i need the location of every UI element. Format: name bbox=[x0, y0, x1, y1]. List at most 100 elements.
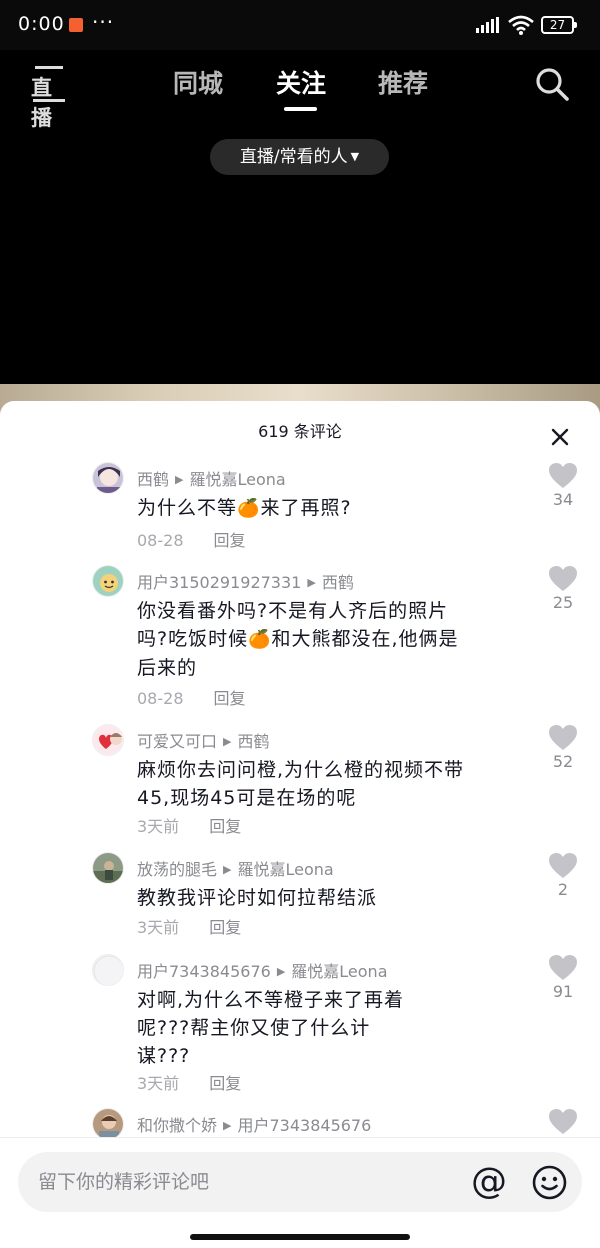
live-icon-base bbox=[33, 99, 65, 102]
comment-item[interactable]: 用户3150291927331 ▶ 西鹤 你没看番外吗?不是有人齐后的照片 吗?吃饭… bbox=[0, 565, 600, 710]
tab-local[interactable]: 同城 bbox=[173, 64, 223, 100]
reply-button[interactable]: 回复 bbox=[209, 918, 241, 937]
comment-text: 你没看番外吗?不是有人齐后的照片 吗?吃饭时候🍊和大熊都没在,他俩是 后来的 bbox=[137, 597, 532, 682]
like-button[interactable]: 25 bbox=[548, 565, 578, 612]
like-button[interactable] bbox=[548, 1108, 578, 1135]
like-button[interactable]: 34 bbox=[548, 462, 578, 509]
comment-text: 麻烦你去问问橙,为什么橙的视频不带 45,现场45可是在场的呢 bbox=[137, 756, 532, 812]
comment-username[interactable]: 西鹤 bbox=[137, 470, 169, 489]
comment-text-line: 谋??? bbox=[137, 1045, 191, 1067]
avatar[interactable] bbox=[92, 1108, 124, 1140]
like-count: 2 bbox=[557, 880, 569, 899]
reply-to-username[interactable]: 羅悦嘉Leona bbox=[237, 860, 333, 879]
search-icon[interactable] bbox=[534, 66, 570, 102]
comment-username[interactable]: 和你撒个娇 bbox=[137, 1116, 217, 1135]
comment-text-part: 吗?吃饭时候 bbox=[137, 628, 249, 650]
home-indicator[interactable] bbox=[190, 1234, 410, 1240]
comment-header: 用户7343845676 ▶ 羅悦嘉Leona bbox=[137, 958, 388, 982]
comment-item[interactable]: 用户7343845676 ▶ 羅悦嘉Leona 对啊,为什么不等橙子来了再着 呢??… bbox=[0, 954, 600, 1099]
reply-button[interactable]: 回复 bbox=[214, 531, 246, 550]
reply-arrow-icon: ▶ bbox=[175, 473, 184, 486]
reply-arrow-icon: ▶ bbox=[223, 1119, 232, 1132]
reply-to-username[interactable]: 羅悦嘉Leona bbox=[189, 470, 285, 489]
heart-icon bbox=[549, 463, 577, 488]
comment-header: 放荡的腿毛 ▶ 羅悦嘉Leona bbox=[137, 856, 334, 880]
status-bar: 0:00 ··· 27 bbox=[0, 0, 600, 50]
comment-meta: 08-28 回复 bbox=[137, 685, 246, 709]
mail-notification-icon bbox=[69, 18, 83, 32]
close-icon[interactable] bbox=[550, 427, 570, 447]
comment-time: 3天前 bbox=[137, 817, 180, 836]
comment-username[interactable]: 可爱又可口 bbox=[137, 732, 217, 751]
live-icon-cap bbox=[35, 66, 63, 70]
comment-text: 为什么不等🍊来了再照? bbox=[137, 494, 532, 523]
tab-recommend[interactable]: 推荐 bbox=[378, 64, 428, 100]
comment-time: 3天前 bbox=[137, 918, 180, 937]
like-count: 52 bbox=[552, 752, 574, 771]
reply-button[interactable]: 回复 bbox=[214, 689, 246, 708]
like-button[interactable]: 52 bbox=[548, 724, 578, 771]
heart-icon bbox=[549, 725, 577, 750]
comment-header: 可爱又可口 ▶ 西鹤 bbox=[137, 728, 270, 752]
avatar[interactable] bbox=[92, 724, 124, 756]
comment-count: 619 条评论 bbox=[258, 422, 342, 441]
tab-following[interactable]: 关注 bbox=[276, 64, 326, 100]
reply-arrow-icon: ▶ bbox=[223, 863, 232, 876]
avatar[interactable] bbox=[92, 462, 124, 494]
comment-input-bar: @ bbox=[0, 1137, 600, 1248]
comments-sheet: 619 条评论 西鹤 ▶ 羅悦嘉Leona 为什么不等🍊来了再照? 08-28 回复 … bbox=[0, 401, 600, 1248]
dropdown-caret-icon: ▼ bbox=[350, 150, 360, 163]
comment-time: 08-28 bbox=[137, 689, 184, 708]
comment-text-line: 45,现场45可是在场的呢 bbox=[137, 787, 357, 809]
comment-text-line: 教教我评论时如何拉帮结派 bbox=[137, 887, 378, 909]
wifi-icon bbox=[508, 15, 534, 35]
comment-meta: 3天前 回复 bbox=[137, 914, 241, 938]
comment-username[interactable]: 用户7343845676 bbox=[137, 962, 271, 981]
like-count: 91 bbox=[552, 982, 574, 1001]
orange-emoji-icon: 🍊 bbox=[237, 498, 261, 519]
comment-header: 西鹤 ▶ 羅悦嘉Leona bbox=[137, 466, 286, 490]
reply-to-username[interactable]: 西鹤 bbox=[322, 573, 354, 592]
reply-button[interactable]: 回复 bbox=[209, 817, 241, 836]
reply-button[interactable]: 回复 bbox=[209, 1074, 241, 1093]
comment-item[interactable]: 放荡的腿毛 ▶ 羅悦嘉Leona 教教我评论时如何拉帮结派 3天前 回复 2 bbox=[0, 852, 600, 942]
live-tv-icon[interactable]: 直播 bbox=[31, 66, 67, 130]
emoji-smiley-icon[interactable] bbox=[532, 1165, 567, 1200]
reply-to-username[interactable]: 西鹤 bbox=[237, 732, 269, 751]
comment-text-line: 吗?吃饭时候🍊和大熊都没在,他俩是 bbox=[137, 625, 532, 654]
reply-arrow-icon: ▶ bbox=[276, 965, 286, 978]
avatar[interactable] bbox=[92, 954, 124, 986]
avatar[interactable] bbox=[92, 565, 124, 597]
live-filter-dropdown[interactable]: 直播/常看的人 ▼ bbox=[210, 139, 389, 175]
more-notifications-icon: ··· bbox=[92, 10, 115, 34]
status-time: 0:00 bbox=[18, 13, 65, 35]
like-button[interactable]: 91 bbox=[548, 954, 578, 1001]
avatar[interactable] bbox=[92, 852, 124, 884]
heart-icon bbox=[549, 853, 577, 878]
comment-username[interactable]: 放荡的腿毛 bbox=[137, 860, 217, 879]
active-tab-indicator bbox=[284, 107, 317, 111]
heart-icon bbox=[549, 955, 577, 980]
comment-item[interactable]: 西鹤 ▶ 羅悦嘉Leona 为什么不等🍊来了再照? 08-28 回复 34 bbox=[0, 462, 600, 552]
comment-text-line: 呢???帮主你又使了什么计 bbox=[137, 1017, 371, 1039]
battery-indicator: 27 bbox=[541, 16, 577, 34]
like-count: 34 bbox=[552, 490, 574, 509]
comment-text-line: 麻烦你去问问橙,为什么橙的视频不带 bbox=[137, 759, 465, 781]
reply-to-username[interactable]: 用户7343845676 bbox=[237, 1116, 371, 1135]
comment-item[interactable]: 可爱又可口 ▶ 西鹤 麻烦你去问问橙,为什么橙的视频不带 45,现场45可是在场的呢… bbox=[0, 724, 600, 839]
reply-arrow-icon: ▶ bbox=[307, 576, 316, 589]
live-icon-label: 直播 bbox=[31, 76, 52, 130]
comment-meta: 08-28 回复 bbox=[137, 527, 246, 551]
reply-arrow-icon: ▶ bbox=[223, 735, 232, 748]
reply-to-username[interactable]: 羅悦嘉Leona bbox=[291, 962, 387, 981]
comment-text-part: 为什么不等 bbox=[137, 497, 238, 519]
comment-text: 对啊,为什么不等橙子来了再着 呢???帮主你又使了什么计 谋??? bbox=[137, 986, 532, 1070]
top-navigation: 直播 同城 关注 推荐 bbox=[0, 50, 600, 130]
like-button[interactable]: 2 bbox=[548, 852, 578, 899]
comment-input[interactable] bbox=[38, 1152, 458, 1212]
comment-input-container[interactable]: @ bbox=[18, 1152, 582, 1212]
comment-text-line: 后来的 bbox=[137, 657, 198, 679]
comment-username[interactable]: 用户3150291927331 bbox=[137, 573, 301, 592]
mention-at-icon[interactable]: @ bbox=[471, 1162, 507, 1202]
comment-meta: 3天前 回复 bbox=[137, 813, 241, 837]
